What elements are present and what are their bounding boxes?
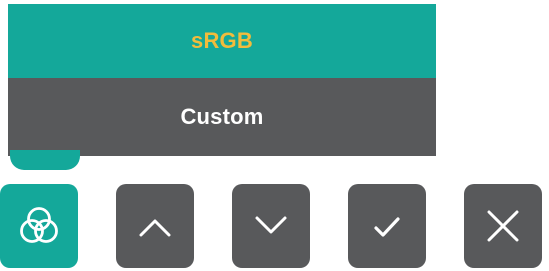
confirm-button[interactable] (348, 184, 426, 268)
osd-button-row (0, 184, 549, 268)
checkmark-icon (374, 217, 400, 237)
up-button[interactable] (116, 184, 194, 268)
down-button[interactable] (232, 184, 310, 268)
color-mode-menu: sRGB Custom (8, 0, 436, 156)
selection-indicator-tab (10, 150, 80, 170)
menu-item-custom[interactable]: Custom (8, 78, 436, 156)
close-button[interactable] (464, 184, 542, 268)
color-mode-button[interactable] (0, 184, 78, 268)
chevron-down-icon (255, 216, 287, 234)
color-mode-icon (20, 207, 58, 243)
chevron-up-icon (139, 219, 171, 237)
menu-item-srgb[interactable]: sRGB (8, 4, 436, 78)
close-icon (487, 210, 519, 242)
